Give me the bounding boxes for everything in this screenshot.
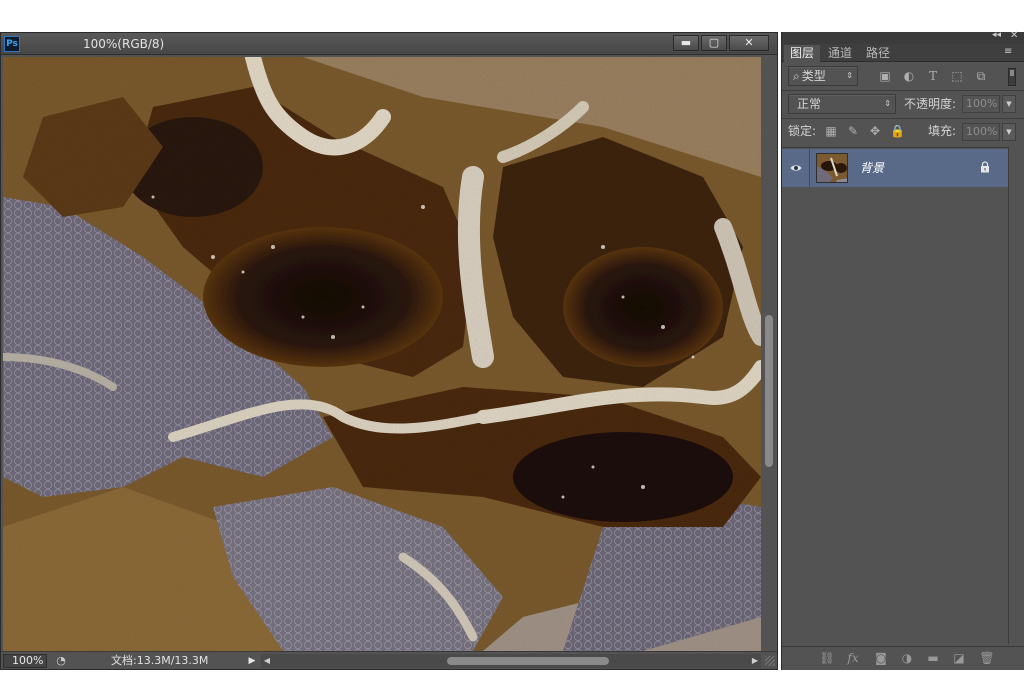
panel-tabs: 图层 通道 路径 ≡ bbox=[782, 44, 1024, 62]
layers-scrollbar[interactable] bbox=[1008, 147, 1024, 644]
opacity-field[interactable]: 100% bbox=[962, 95, 1000, 113]
maximize-button[interactable]: ▢ bbox=[701, 35, 727, 51]
filter-kind-dropdown[interactable]: ⌕ 类型 ⇕ bbox=[788, 66, 858, 86]
fill-label: 填充: bbox=[928, 124, 957, 138]
add-mask-icon[interactable]: ◙ bbox=[872, 650, 890, 666]
document-title-bar[interactable]: Ps 100%(RGB/8) ▬ ▢ ✕ bbox=[1, 33, 777, 55]
collapse-panel-icon[interactable]: ◂◂ bbox=[992, 30, 1001, 40]
lock-label: 锁定: bbox=[788, 124, 817, 138]
lock-all-icon[interactable]: 🔒 bbox=[890, 123, 905, 139]
filter-adjustment-layers-icon[interactable]: ◐ bbox=[902, 69, 916, 83]
opacity-label: 不透明度: bbox=[904, 97, 957, 111]
lock-position-icon[interactable]: ✥ bbox=[868, 123, 882, 139]
link-layers-icon[interactable]: ⛓ bbox=[818, 650, 836, 666]
layer-style-fx-icon[interactable]: fx bbox=[844, 650, 862, 666]
search-icon: ⌕ bbox=[793, 69, 800, 83]
horizontal-scroll-thumb[interactable] bbox=[447, 657, 609, 665]
photoshop-logo-icon: Ps bbox=[4, 36, 20, 52]
layer-row-background[interactable]: 背景 bbox=[782, 149, 1008, 187]
filter-text-layers-icon[interactable]: T bbox=[926, 69, 940, 83]
status-menu-arrow-icon[interactable]: ▶ bbox=[245, 654, 259, 668]
panel-menu-icon[interactable]: ≡ bbox=[1004, 46, 1012, 57]
tab-paths[interactable]: 路径 bbox=[860, 45, 896, 62]
image-canvas[interactable] bbox=[3, 57, 761, 651]
resize-grip-icon[interactable] bbox=[765, 656, 775, 666]
blend-mode-dropdown[interactable]: 正常 ⇕ bbox=[788, 94, 896, 114]
scroll-right-icon[interactable]: ▶ bbox=[749, 654, 761, 668]
status-bar: 100% ◔ 文档:13.3M/13.3M ▶ ◀ ▶ bbox=[1, 651, 777, 669]
tab-channels[interactable]: 通道 bbox=[822, 45, 858, 62]
close-button[interactable]: ✕ bbox=[729, 35, 769, 51]
minimize-button[interactable]: ▬ bbox=[673, 35, 699, 51]
layers-panel: ◂◂ ✕ 图层 通道 路径 ≡ ⌕ 类型 ⇕ ▣ ◐ T ⬚ ⧉ 正常 ⇕ 不透明… bbox=[781, 30, 1024, 670]
filter-smart-objects-icon[interactable]: ⧉ bbox=[974, 69, 988, 83]
layer-visibility-toggle[interactable] bbox=[782, 149, 810, 187]
divider bbox=[782, 90, 1024, 91]
eye-icon bbox=[790, 165, 802, 171]
dropdown-arrow-icon: ⇕ bbox=[884, 99, 891, 108]
lock-transparent-pixels-icon[interactable]: ▦ bbox=[824, 123, 838, 139]
lock-icon bbox=[981, 161, 989, 173]
filter-toggle-switch[interactable] bbox=[1008, 68, 1016, 86]
filter-kind-value: 类型 bbox=[801, 69, 826, 83]
new-layer-icon[interactable]: ◪ bbox=[950, 650, 968, 666]
layer-thumbnail bbox=[816, 153, 848, 183]
vertical-scrollbar[interactable] bbox=[761, 57, 777, 651]
document-title: 100%(RGB/8) bbox=[83, 37, 165, 51]
filter-shape-layers-icon[interactable]: ⬚ bbox=[950, 69, 964, 83]
vertical-scroll-thumb[interactable] bbox=[765, 315, 773, 467]
opacity-dropdown-arrow-icon[interactable]: ▼ bbox=[1002, 95, 1016, 113]
layers-panel-footer: ⛓ fx ◙ ◑ ▬ ◪ 🗑 bbox=[782, 646, 1024, 668]
zoom-level-field[interactable]: 100% bbox=[3, 654, 47, 668]
layer-name[interactable]: 背景 bbox=[860, 160, 884, 176]
panel-close-icon[interactable]: ✕ bbox=[1010, 30, 1018, 41]
marble-texture-image bbox=[3, 57, 761, 651]
scroll-left-icon[interactable]: ◀ bbox=[261, 654, 273, 668]
delete-layer-trash-icon[interactable]: 🗑 bbox=[978, 650, 996, 666]
fill-field[interactable]: 100% bbox=[962, 123, 1000, 141]
fill-dropdown-arrow-icon[interactable]: ▼ bbox=[1002, 123, 1016, 141]
document-window: Ps 100%(RGB/8) ▬ ▢ ✕ 100% ◔ 文档:13.3M/13.… bbox=[0, 32, 778, 670]
divider bbox=[782, 118, 1024, 119]
layer-thumbnail-image bbox=[817, 154, 847, 182]
new-group-folder-icon[interactable]: ▬ bbox=[924, 650, 942, 666]
new-adjustment-layer-icon[interactable]: ◑ bbox=[898, 650, 916, 666]
dropdown-arrow-icon: ⇕ bbox=[846, 71, 853, 80]
panel-top-bar[interactable]: ◂◂ ✕ bbox=[782, 30, 1024, 44]
filter-pixel-layers-icon[interactable]: ▣ bbox=[878, 69, 892, 83]
layers-list: 背景 bbox=[782, 147, 1008, 644]
document-size-info: 文档:13.3M/13.3M bbox=[111, 654, 209, 667]
horizontal-scrollbar[interactable]: ◀ ▶ bbox=[261, 654, 761, 668]
status-info-icon[interactable]: ◔ bbox=[53, 654, 69, 668]
blend-mode-value: 正常 bbox=[797, 97, 822, 111]
tab-layers[interactable]: 图层 bbox=[784, 45, 821, 62]
lock-image-pixels-icon[interactable]: ✎ bbox=[846, 123, 860, 139]
